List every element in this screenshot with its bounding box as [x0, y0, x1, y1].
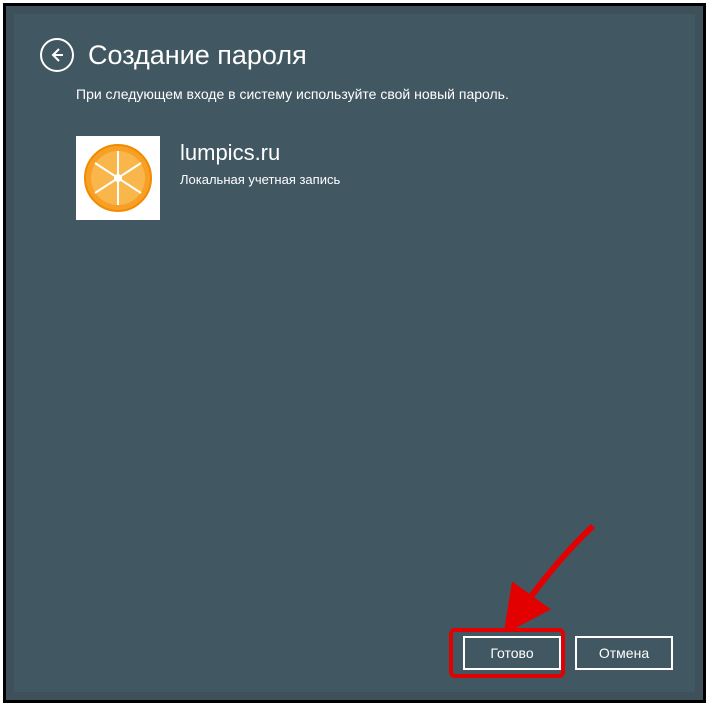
avatar [76, 136, 160, 220]
cancel-button[interactable]: Отмена [575, 636, 673, 670]
annotation-arrow-icon [497, 520, 607, 630]
account-text: lumpics.ru Локальная учетная запись [180, 136, 340, 220]
content-panel: Создание пароля При следующем входе в си… [14, 14, 695, 692]
account-block: lumpics.ru Локальная учетная запись [76, 136, 340, 220]
window-frame: Создание пароля При следующем входе в си… [3, 3, 706, 703]
account-type: Локальная учетная запись [180, 172, 340, 187]
header: Создание пароля [40, 38, 307, 72]
page-title: Создание пароля [88, 40, 307, 71]
page-subtitle: При следующем входе в систему используйт… [76, 86, 509, 102]
button-bar: Готово Отмена [463, 636, 673, 670]
account-name: lumpics.ru [180, 140, 340, 166]
done-button[interactable]: Готово [463, 636, 561, 670]
arrow-left-icon [49, 47, 65, 63]
orange-slice-icon [83, 143, 153, 213]
back-button[interactable] [40, 38, 74, 72]
